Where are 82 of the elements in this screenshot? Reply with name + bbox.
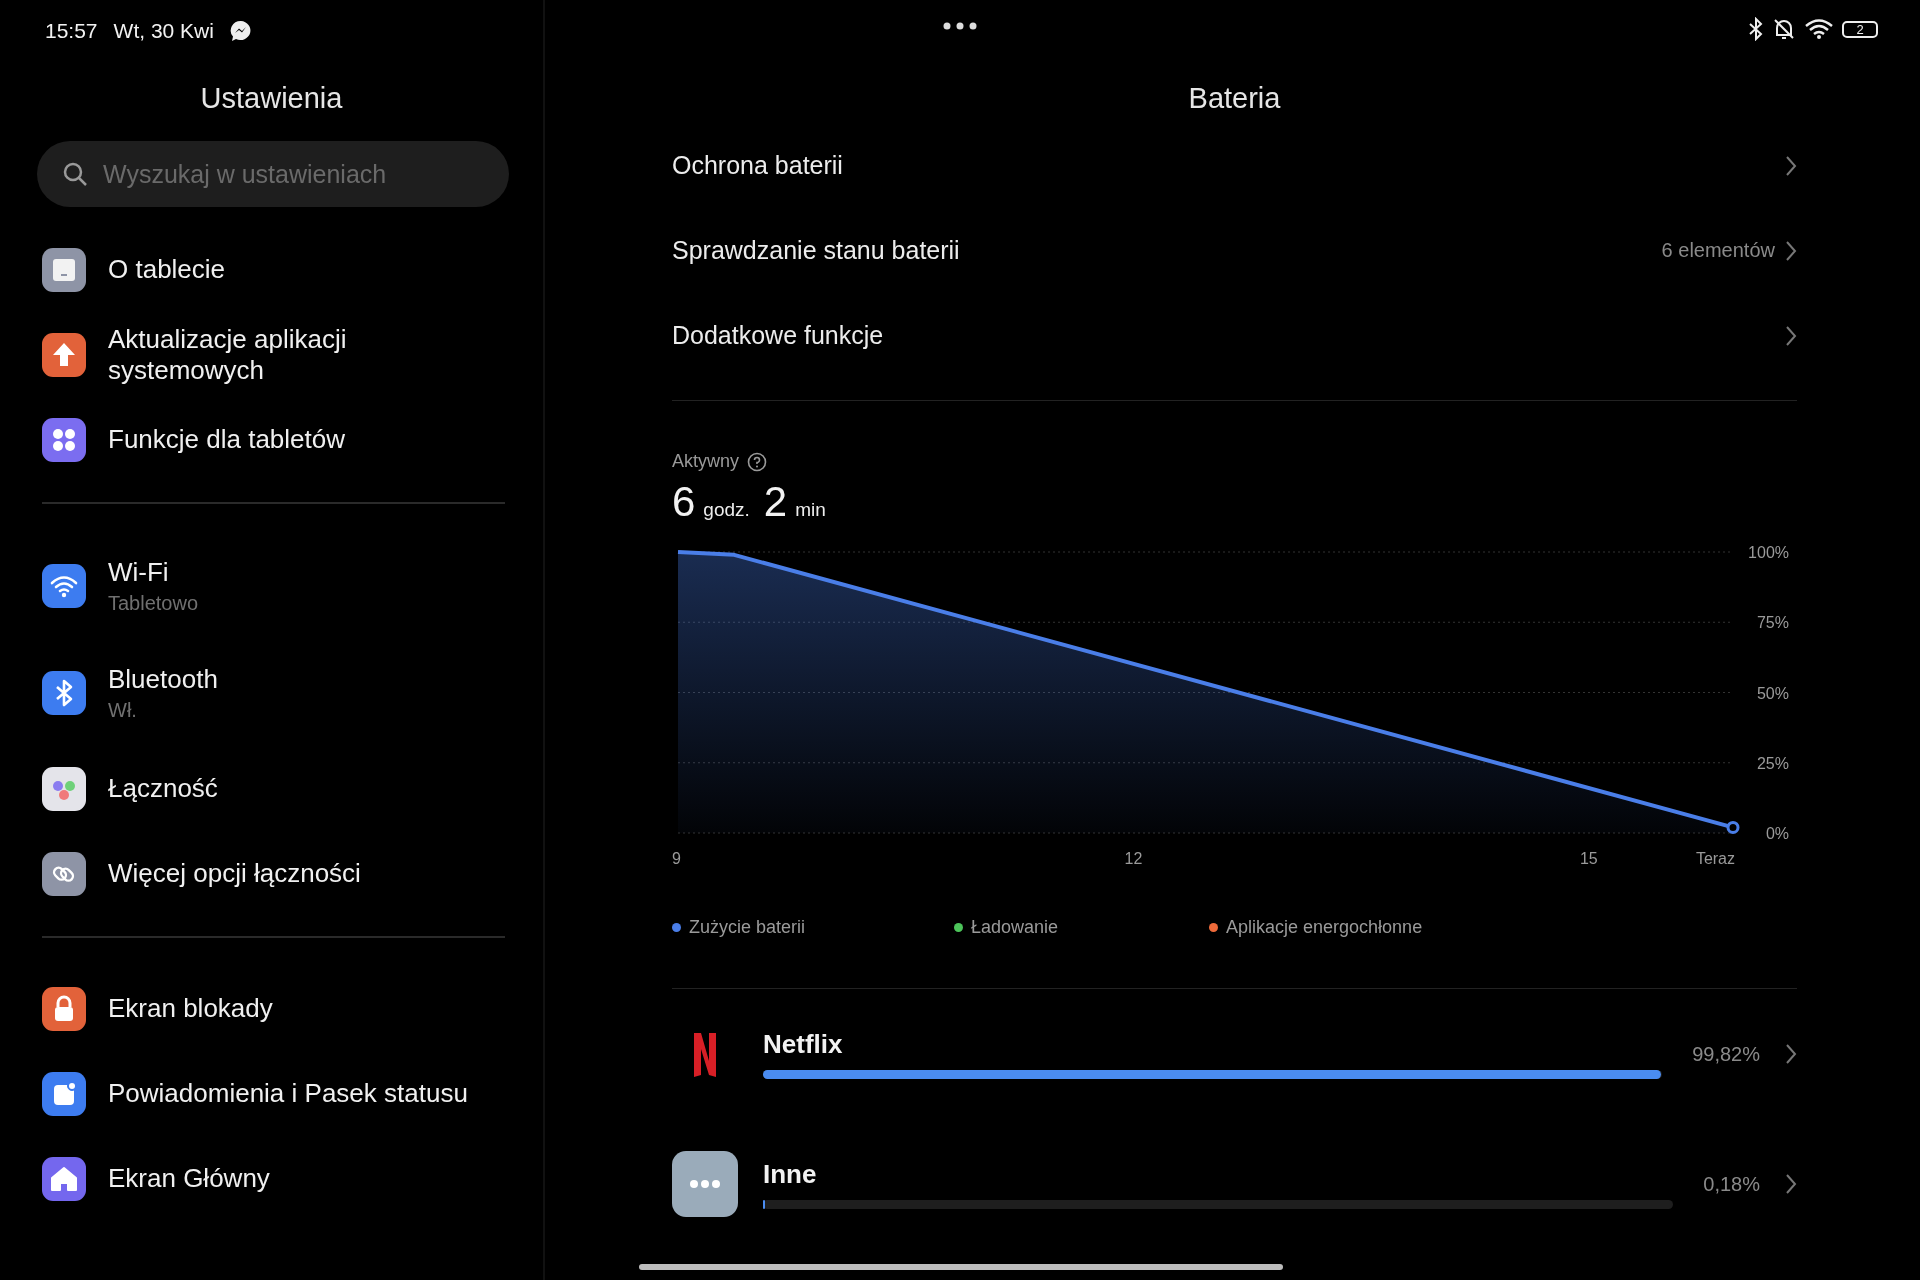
duration-value: 6: [672, 478, 696, 526]
settings-icon: [42, 563, 86, 608]
axis-label: 15: [1579, 850, 1598, 867]
chevron-icon: [1785, 239, 1797, 262]
search-field[interactable]: Wyszukaj w ustawieniach: [37, 141, 509, 207]
chevron-icon: [1785, 324, 1797, 347]
settings-icon: [42, 670, 86, 715]
item-subtitle: Wł.: [108, 698, 138, 722]
legend-label: Ładowanie: [971, 916, 1059, 938]
item-label: Wi-Fi: [108, 556, 170, 588]
settings-item[interactable]: Funkcje dla tabletów: [0, 397, 543, 482]
legend-label: Zużycie baterii: [689, 916, 806, 938]
item-label: Funkcje dla tabletów: [108, 424, 346, 455]
app-name: Inne: [763, 1159, 817, 1190]
axis-label: 50%: [1756, 684, 1789, 702]
settings-icon: [42, 247, 86, 292]
settings-icon: [42, 1071, 86, 1116]
app-usage-row[interactable]: Netflix 99,82%: [672, 989, 1797, 1119]
clock: 15:57: [45, 19, 98, 43]
legend-label: Aplikacje energochłonne: [1226, 916, 1423, 938]
item-label: Ekran Główny: [108, 1163, 270, 1194]
chevron-icon: [1785, 154, 1797, 177]
axis-label: 75%: [1756, 614, 1789, 632]
item-label: Bluetooth: [108, 663, 218, 695]
settings-icon: [42, 766, 86, 811]
chevron-icon: [1785, 1173, 1797, 1195]
axis-label: 25%: [1756, 754, 1789, 772]
settings-icon: [42, 851, 86, 896]
help-icon[interactable]: [747, 451, 768, 472]
axis-label: 12: [1124, 850, 1143, 867]
axis-label: 0%: [1765, 825, 1789, 842]
wifi-icon: [1804, 17, 1834, 41]
row-value: 6 elementów: [1661, 239, 1775, 262]
settings-row[interactable]: Sprawdzanie stanu baterii 6 elementów: [672, 208, 1797, 293]
settings-item[interactable]: Ekran Główny: [0, 1136, 543, 1221]
active-label: Aktywny: [672, 451, 740, 472]
settings-row[interactable]: Ochrona baterii: [672, 123, 1797, 208]
app-name: Netflix: [763, 1029, 843, 1060]
axis-label: 100%: [1748, 544, 1789, 561]
more-icon: [672, 1151, 738, 1217]
usage-percent: 0,18%: [1703, 1172, 1760, 1196]
item-label: Więcej opcji łączności: [108, 858, 361, 889]
bluetooth-icon: [1748, 17, 1764, 41]
settings-icon: [42, 986, 86, 1031]
settings-item[interactable]: Bluetooth Wł.: [0, 639, 543, 746]
page-title: Bateria: [1187, 82, 1282, 115]
app-usage-row[interactable]: Inne 0,18%: [672, 1119, 1797, 1249]
muted-bell-icon: [1772, 17, 1796, 41]
settings-item[interactable]: Więcej opcji łączności: [0, 831, 543, 916]
end-point-marker: [1726, 820, 1740, 834]
row-label: Sprawdzanie stanu baterii: [672, 236, 961, 265]
settings-item[interactable]: Ekran blokady: [0, 966, 543, 1051]
settings-item[interactable]: Łączność: [0, 746, 543, 831]
more-icon[interactable]: [943, 22, 977, 30]
sidebar-title: Ustawienia: [199, 82, 344, 115]
settings-row[interactable]: Dodatkowe funkcje: [672, 293, 1797, 378]
axis-label: 9: [672, 850, 681, 867]
item-label: O tablecie: [108, 254, 226, 285]
item-label: Łączność: [108, 773, 218, 804]
settings-item[interactable]: Wi-Fi Tabletowo: [0, 532, 543, 639]
battery-icon: 2: [1842, 20, 1878, 38]
settings-item[interactable]: O tablecie: [0, 227, 543, 312]
duration-unit: godz.: [703, 499, 750, 521]
search-icon: [62, 161, 88, 187]
settings-item[interactable]: Powiadomienia i Pasek statusu: [0, 1051, 543, 1136]
settings-item[interactable]: Aktualizacje aplikacji systemowych: [0, 312, 543, 397]
item-label: Ekran blokady: [108, 993, 273, 1024]
chevron-icon: [1785, 1043, 1797, 1065]
duration-value: 2: [763, 478, 788, 526]
settings-icon: [42, 417, 86, 462]
date: Wt, 30 Kwi: [113, 19, 214, 43]
axis-label: Teraz: [1695, 850, 1735, 867]
row-label: Ochrona baterii: [672, 151, 844, 180]
usage-percent: 99,82%: [1692, 1042, 1760, 1066]
settings-icon: [42, 1156, 86, 1201]
item-label: Powiadomienia i Pasek statusu: [108, 1078, 468, 1109]
settings-icon: [42, 332, 86, 377]
duration-unit: min: [795, 499, 826, 521]
row-label: Dodatkowe funkcje: [672, 321, 885, 350]
chat-bubble-icon: [229, 20, 252, 42]
item-label: Aktualizacje aplikacji systemowych: [108, 323, 348, 386]
item-subtitle: Tabletowo: [108, 591, 199, 615]
